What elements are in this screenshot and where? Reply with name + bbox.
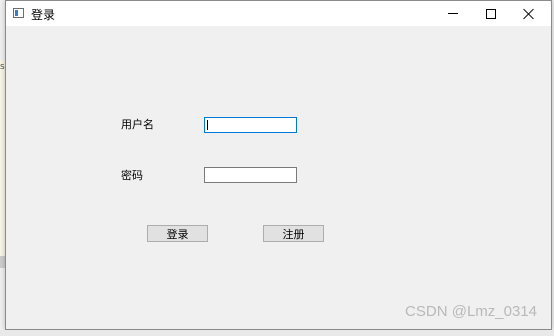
password-label: 密码 [121,169,143,182]
minimize-button[interactable] [434,1,472,26]
window-app-icon [13,8,24,18]
watermark: CSDN @Lmz_0314 [405,303,537,320]
login-button[interactable]: 登录 [147,225,208,242]
username-label: 用户名 [121,118,154,131]
maximize-button[interactable] [472,1,510,26]
username-input[interactable] [204,117,297,133]
title-bar[interactable]: 登录 [6,1,551,26]
close-button[interactable] [510,1,548,26]
maximize-icon [486,8,496,19]
register-button[interactable]: 注册 [263,225,324,242]
window-title: 登录 [31,8,56,22]
text-caret [207,120,208,130]
minimize-icon [448,13,458,14]
background-bottom-bar [0,330,554,336]
login-window: 登录 用户名 密码 登录 注册 CSDN @Lmz_0314 [5,0,552,330]
password-input[interactable] [204,167,297,183]
background-text: s [0,62,5,72]
close-icon [523,8,535,20]
